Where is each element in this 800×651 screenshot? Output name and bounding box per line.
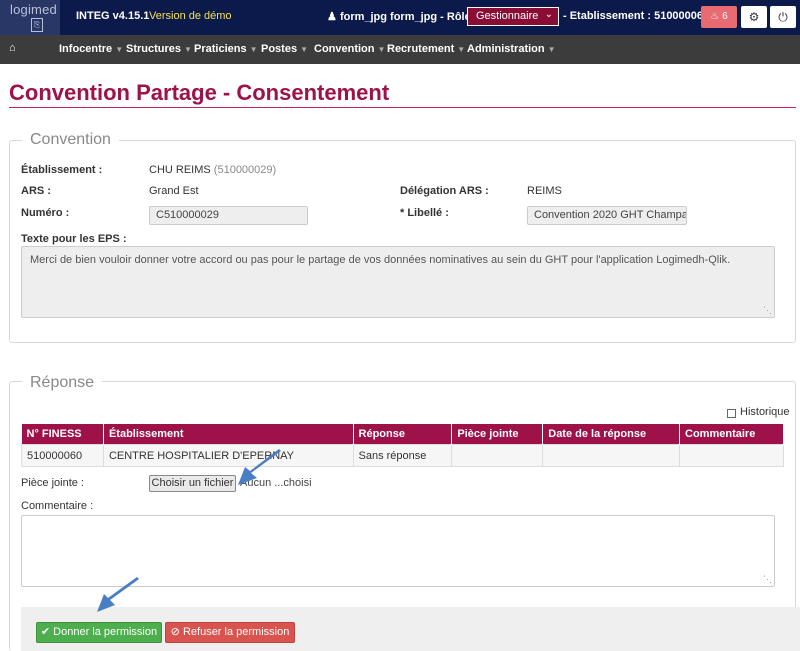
nav-label: Structures bbox=[126, 43, 182, 55]
etablissement-info: - Etablissement : 510000060 bbox=[563, 10, 710, 22]
delegation-value: REIMS bbox=[527, 185, 562, 197]
ars-value: Grand Est bbox=[149, 185, 199, 197]
bell-icon: ♨ bbox=[710, 11, 720, 22]
user-info: ♟ form_jpg form_jpg - Rôle : bbox=[327, 10, 477, 23]
alert-count: 6 bbox=[722, 11, 728, 22]
nav-label: Praticiens bbox=[194, 43, 247, 55]
reponse-legend: Réponse bbox=[22, 374, 103, 392]
numero-label: Numéro : bbox=[21, 207, 70, 219]
nav-item-infocentre[interactable]: Infocentre ▼ bbox=[59, 43, 123, 55]
accept-label: Donner la permission bbox=[53, 626, 158, 638]
libelle-field[interactable]: Convention 2020 GHT Champag bbox=[527, 206, 687, 225]
nav-label: Postes bbox=[261, 43, 298, 55]
role-value: Gestionnaire bbox=[476, 10, 539, 22]
table-header-row: N° FINESS Établissement Réponse Pièce jo… bbox=[21, 424, 784, 445]
logo[interactable]: logimed ⎘ bbox=[0, 0, 60, 35]
choose-file-button[interactable]: Choisir un fichier bbox=[149, 475, 236, 492]
cell-finess: 510000060 bbox=[21, 444, 104, 467]
accept-button[interactable]: ✔ Donner la permission bbox=[36, 622, 162, 643]
resize-grip-icon[interactable]: ⋱ bbox=[763, 574, 772, 585]
top-bar: logimed ⎘ INTEG v4.15.1 Version de démo … bbox=[0, 0, 800, 35]
column-header[interactable]: N° FINESS bbox=[21, 424, 104, 445]
cell-etablissement: CENTRE HOSPITALIER D'EPERNAY bbox=[102, 444, 354, 467]
column-header[interactable]: Commentaire bbox=[679, 424, 784, 445]
etablissement-code: (510000029) bbox=[213, 164, 277, 176]
nav-item-recrutement[interactable]: Recrutement ▼ bbox=[387, 43, 465, 55]
nav-label: Convention bbox=[314, 43, 375, 55]
alerts-button[interactable]: ♨ 6 bbox=[701, 6, 737, 28]
power-icon: ⏻ bbox=[778, 10, 788, 24]
cell-commentaire bbox=[679, 444, 784, 467]
caret-down-icon: ▼ bbox=[547, 45, 556, 54]
refuse-button[interactable]: ⊘ Refuser la permission bbox=[165, 622, 295, 643]
caret-down-icon: ▼ bbox=[184, 45, 192, 54]
page-title: Convention Partage - Consentement bbox=[9, 80, 390, 105]
etablissement-label: Établissement : bbox=[21, 164, 103, 176]
caret-down-icon: ▼ bbox=[249, 45, 258, 54]
ars-label: ARS : bbox=[21, 185, 51, 197]
column-header[interactable]: Réponse bbox=[353, 424, 453, 445]
nav-label: Administration bbox=[467, 43, 545, 55]
resize-grip-icon[interactable]: ⋱ bbox=[763, 305, 772, 316]
nav-item-postes[interactable]: Postes ▼ bbox=[261, 43, 308, 55]
home-icon[interactable]: ⌂ bbox=[9, 42, 16, 54]
etablissement-value: CHU REIMS (510000029) bbox=[149, 164, 276, 176]
cell-date-reponse bbox=[542, 444, 681, 467]
main-nav: ⌂ Infocentre ▼ Structures ▼ Praticiens ▼ Po… bbox=[0, 35, 800, 64]
user-icon: ♟ bbox=[327, 11, 337, 23]
caret-down-icon: ▼ bbox=[457, 45, 466, 54]
texte-field[interactable]: Merci de bien vouloir donner votre accor… bbox=[21, 246, 775, 318]
texte-value: Merci de bien vouloir donner votre accor… bbox=[30, 254, 731, 266]
cell-piece-jointe bbox=[451, 444, 544, 467]
demo-label: Version de démo bbox=[149, 10, 232, 22]
piece-jointe-label: Pièce jointe : bbox=[21, 477, 84, 489]
column-header[interactable]: Établissement bbox=[103, 424, 354, 445]
ban-icon: ⊘ bbox=[170, 626, 180, 638]
texte-label: Texte pour les EPS : bbox=[21, 233, 127, 245]
annotation-arrow-icon bbox=[238, 449, 281, 485]
column-header[interactable]: Pièce jointe bbox=[451, 424, 544, 445]
title-divider bbox=[9, 107, 796, 108]
etablissement-name: CHU REIMS bbox=[149, 164, 211, 176]
caret-down-icon: ▼ bbox=[300, 45, 308, 54]
caret-down-icon: ▼ bbox=[115, 45, 124, 54]
gear-icon: ⚙ bbox=[748, 10, 760, 24]
caret-down-icon: ▼ bbox=[377, 45, 386, 54]
logo-text: logimed bbox=[10, 2, 57, 17]
nav-item-convention[interactable]: Convention ▼ bbox=[314, 43, 385, 55]
refuse-label: Refuser la permission bbox=[182, 626, 290, 638]
nav-label: Recrutement bbox=[387, 43, 455, 55]
settings-button[interactable]: ⚙ bbox=[741, 6, 767, 28]
role-select[interactable]: Gestionnaire ⌄ bbox=[467, 7, 559, 26]
annotation-arrow-icon bbox=[97, 577, 139, 612]
commentaire-label: Commentaire : bbox=[21, 500, 94, 512]
nav-item-administration[interactable]: Administration ▼ bbox=[467, 43, 556, 55]
delegation-label: Délégation ARS : bbox=[400, 185, 489, 197]
nav-label: Infocentre bbox=[59, 43, 113, 55]
logout-button[interactable]: ⏻ bbox=[770, 6, 796, 28]
numero-field[interactable]: C510000029 bbox=[149, 206, 308, 225]
nav-item-praticiens[interactable]: Praticiens ▼ bbox=[194, 43, 258, 55]
column-header[interactable]: Date de la réponse bbox=[542, 424, 681, 445]
convention-legend: Convention bbox=[22, 131, 119, 149]
reponse-table: N° FINESS Établissement Réponse Pièce jo… bbox=[21, 424, 784, 467]
table-row[interactable]: 510000060 CENTRE HOSPITALIER D'EPERNAY S… bbox=[21, 444, 784, 467]
logo-icon: ⎘ bbox=[31, 18, 43, 32]
libelle-label: * Libellé : bbox=[400, 207, 449, 219]
chevron-down-icon: ⌄ bbox=[544, 9, 553, 20]
nav-item-structures[interactable]: Structures ▼ bbox=[126, 43, 192, 55]
historique-label: Historique bbox=[740, 406, 790, 418]
cell-reponse: Sans réponse bbox=[352, 444, 453, 467]
user-label: form_jpg form_jpg - Rôle : bbox=[339, 11, 478, 23]
app-version: INTEG v4.15.1 bbox=[76, 10, 150, 22]
historique-checkbox[interactable] bbox=[727, 409, 736, 418]
check-circle-icon: ✔ bbox=[40, 626, 51, 638]
